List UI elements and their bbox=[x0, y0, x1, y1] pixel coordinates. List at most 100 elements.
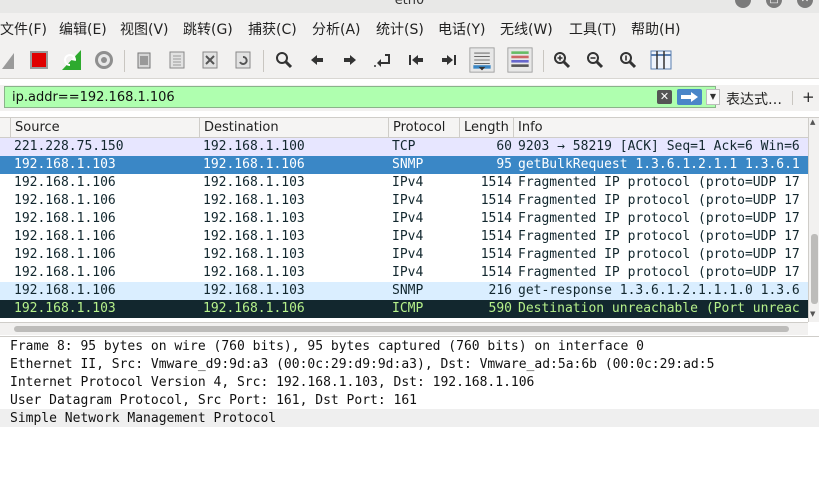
capture-options-icon[interactable] bbox=[91, 46, 117, 74]
find-packet-icon[interactable] bbox=[271, 46, 297, 74]
column-header-length[interactable]: Length bbox=[459, 118, 513, 137]
zoom-out-icon[interactable] bbox=[582, 46, 608, 74]
info-cell: Fragmented IP protocol (proto=UDP 17 bbox=[518, 265, 800, 280]
go-to-packet-icon[interactable] bbox=[370, 46, 396, 74]
detail-udp[interactable]: User Datagram Protocol, Src Port: 161, D… bbox=[10, 393, 417, 408]
add-filter-button[interactable]: + bbox=[802, 88, 815, 106]
open-file-icon[interactable] bbox=[131, 46, 157, 74]
destination-cell: 192.168.1.103 bbox=[203, 247, 305, 262]
length-cell: 1514 bbox=[480, 265, 512, 280]
protocol-cell: IPv4 bbox=[392, 193, 424, 208]
clear-filter-icon[interactable]: ✕ bbox=[657, 90, 672, 104]
zoom-in-icon[interactable] bbox=[549, 46, 575, 74]
column-header-destination[interactable]: Destination bbox=[199, 118, 388, 137]
display-filter-text[interactable]: ip.addr==192.168.1.106 bbox=[12, 90, 175, 105]
close-file-icon[interactable] bbox=[197, 46, 223, 74]
source-cell: 192.168.1.106 bbox=[14, 283, 116, 298]
table-row[interactable]: 192.168.1.106 192.168.1.103 IPv4 1514 Fragme… bbox=[0, 192, 808, 210]
table-row[interactable]: 192.168.1.106 192.168.1.103 SNMP 216 get-res… bbox=[0, 282, 808, 300]
destination-cell: 192.168.1.103 bbox=[203, 265, 305, 280]
table-row[interactable]: 192.168.1.103 192.168.1.106 SNMP 95 getBulkR… bbox=[0, 156, 808, 174]
protocol-cell: IPv4 bbox=[392, 175, 424, 190]
stop-capture-icon[interactable] bbox=[26, 46, 52, 74]
table-row[interactable]: 192.168.1.106 192.168.1.103 IPv4 1514 Fragme… bbox=[0, 264, 808, 282]
table-row[interactable]: 192.168.1.106 192.168.1.103 IPv4 1514 Fragme… bbox=[0, 210, 808, 228]
detail-ethernet[interactable]: Ethernet II, Src: Vmware_d9:9d:a3 (00:0c… bbox=[10, 357, 714, 372]
length-cell: 1514 bbox=[480, 175, 512, 190]
detail-snmp[interactable]: Simple Network Management Protocol bbox=[10, 411, 276, 426]
display-filter-input[interactable]: ip.addr==192.168.1.106 ✕ ▼ bbox=[4, 86, 720, 108]
destination-cell: 192.168.1.103 bbox=[203, 211, 305, 226]
table-row[interactable]: 221.228.75.150 192.168.1.100 TCP 60 9203 → 5… bbox=[0, 138, 808, 156]
protocol-cell: IPv4 bbox=[392, 211, 424, 226]
menu-go[interactable]: 跳转(G) bbox=[183, 19, 233, 39]
column-header-source[interactable]: Source bbox=[10, 118, 199, 137]
protocol-cell: IPv4 bbox=[392, 265, 424, 280]
packet-rows: 221.228.75.150 192.168.1.100 TCP 60 9203 → 5… bbox=[0, 138, 808, 318]
reload-file-icon[interactable] bbox=[230, 46, 256, 74]
protocol-cell: SNMP bbox=[392, 283, 424, 298]
menu-capture[interactable]: 捕获(C) bbox=[248, 19, 297, 39]
source-cell: 192.168.1.106 bbox=[14, 247, 116, 262]
go-last-icon[interactable] bbox=[436, 46, 462, 74]
expression-button[interactable]: 表达式… bbox=[726, 89, 782, 109]
scroll-down-icon[interactable]: ▼ bbox=[810, 310, 815, 318]
packet-list-hscroll-thumb[interactable] bbox=[14, 326, 789, 332]
restart-capture-icon[interactable] bbox=[58, 46, 84, 74]
apply-filter-button[interactable] bbox=[677, 89, 702, 105]
info-cell: Fragmented IP protocol (proto=UDP 17 bbox=[518, 211, 800, 226]
info-cell: Fragmented IP protocol (proto=UDP 17 bbox=[518, 175, 800, 190]
source-cell: 192.168.1.106 bbox=[14, 265, 116, 280]
destination-cell: 192.168.1.100 bbox=[203, 139, 305, 154]
menu-help[interactable]: 帮助(H) bbox=[631, 19, 680, 39]
go-first-icon[interactable] bbox=[403, 46, 429, 74]
info-cell: getBulkRequest 1.3.6.1.2.1.1 1.3.6.1 bbox=[518, 157, 800, 172]
table-row[interactable]: 192.168.1.103 192.168.1.106 ICMP 590 Destina… bbox=[0, 300, 808, 318]
filter-history-dropdown[interactable]: ▼ bbox=[706, 89, 720, 105]
title-bar: eth0 – □ ✕ bbox=[0, 0, 819, 13]
menu-telephony[interactable]: 电话(Y) bbox=[438, 19, 485, 39]
packet-list-header: Source Destination Protocol Length Info bbox=[0, 118, 808, 138]
destination-cell: 192.168.1.103 bbox=[203, 283, 305, 298]
packet-list-vscroll-thumb[interactable] bbox=[811, 234, 818, 304]
length-cell: 95 bbox=[496, 157, 512, 172]
zoom-normal-icon[interactable] bbox=[615, 46, 641, 74]
column-header-info[interactable]: Info bbox=[513, 118, 808, 137]
table-row[interactable]: 192.168.1.106 192.168.1.103 IPv4 1514 Fragme… bbox=[0, 174, 808, 192]
go-forward-icon[interactable] bbox=[337, 46, 363, 74]
resize-columns-icon[interactable] bbox=[648, 46, 674, 74]
auto-scroll-icon[interactable] bbox=[469, 46, 495, 74]
packet-list-vscrollbar[interactable]: ▲ ▼ bbox=[808, 118, 819, 322]
start-capture-icon[interactable] bbox=[0, 46, 18, 74]
length-cell: 1514 bbox=[480, 211, 512, 226]
save-file-icon[interactable] bbox=[164, 46, 190, 74]
scroll-up-icon[interactable]: ▲ bbox=[810, 118, 815, 126]
column-header-protocol[interactable]: Protocol bbox=[388, 118, 459, 137]
table-row[interactable]: 192.168.1.106 192.168.1.103 IPv4 1514 Fragme… bbox=[0, 246, 808, 264]
menu-view[interactable]: 视图(V) bbox=[120, 19, 169, 39]
source-cell: 192.168.1.103 bbox=[14, 157, 116, 172]
destination-cell: 192.168.1.103 bbox=[203, 229, 305, 244]
menu-file[interactable]: 文件(F) bbox=[0, 19, 47, 39]
source-cell: 192.168.1.106 bbox=[14, 211, 116, 226]
table-row[interactable]: 192.168.1.106 192.168.1.103 IPv4 1514 Fragme… bbox=[0, 228, 808, 246]
menu-bar: 文件(F) 编辑(E) 视图(V) 跳转(G) 捕获(C) 分析(A) 统计(S… bbox=[0, 13, 819, 42]
menu-analyze[interactable]: 分析(A) bbox=[312, 19, 361, 39]
source-cell: 221.228.75.150 bbox=[14, 139, 124, 154]
menu-tools[interactable]: 工具(T) bbox=[569, 19, 616, 39]
destination-cell: 192.168.1.106 bbox=[203, 301, 305, 316]
destination-cell: 192.168.1.103 bbox=[203, 193, 305, 208]
detail-frame[interactable]: Frame 8: 95 bytes on wire (760 bits), 95… bbox=[10, 339, 644, 354]
main-toolbar bbox=[0, 42, 819, 79]
detail-ipv4[interactable]: Internet Protocol Version 4, Src: 192.16… bbox=[10, 375, 534, 390]
info-cell: Fragmented IP protocol (proto=UDP 17 bbox=[518, 247, 800, 262]
menu-edit[interactable]: 编辑(E) bbox=[59, 19, 107, 39]
go-back-icon[interactable] bbox=[304, 46, 330, 74]
menu-statistics[interactable]: 统计(S) bbox=[376, 19, 424, 39]
packet-list-hscrollbar[interactable] bbox=[0, 322, 808, 335]
length-cell: 1514 bbox=[480, 247, 512, 262]
colorize-icon[interactable] bbox=[507, 46, 533, 74]
menu-wireless[interactable]: 无线(W) bbox=[500, 19, 553, 39]
length-cell: 60 bbox=[496, 139, 512, 154]
protocol-cell: IPv4 bbox=[392, 247, 424, 262]
